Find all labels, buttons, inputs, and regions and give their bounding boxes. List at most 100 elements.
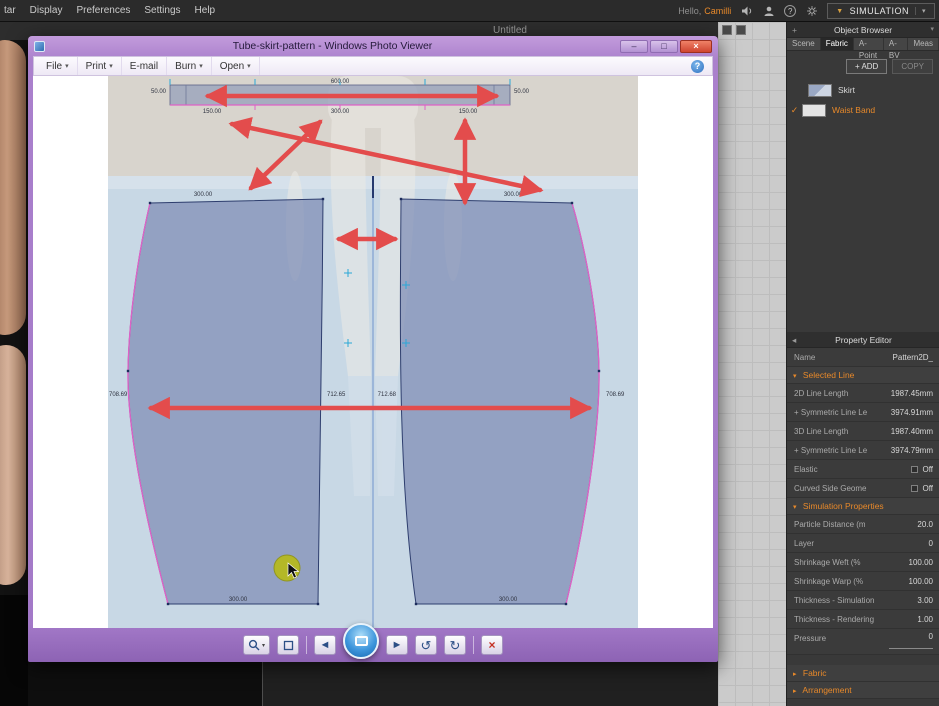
pattern-tool-icon[interactable] [736,25,746,35]
slideshow-icon [355,636,368,646]
right-panel: + Object Browser ▾ Scene Fabric A-Point … [786,22,939,706]
measurement-label: 300.00 [229,597,248,603]
measurement-label: 300.00 [499,597,518,603]
speaker-icon[interactable] [740,5,753,18]
window-titlebar[interactable]: Tube-skirt-pattern - Windows Photo Viewe… [28,36,718,56]
gear-icon[interactable] [805,5,818,18]
measurement-label: 708.69 [109,392,128,398]
list-item-skirt[interactable]: Skirt [787,80,939,100]
editable-value[interactable]: 0 [929,632,933,641]
chevron-down-icon: ▾ [65,62,69,70]
measurement-label: 150.00 [459,109,478,115]
simulation-button[interactable]: ▼ SIMULATION ▾ [827,3,935,19]
chevron-down-icon: ▾ [247,62,251,70]
name-value[interactable]: Pattern2D_ [893,353,939,362]
actual-size-button[interactable] [277,635,299,655]
simulation-dropdown-icon[interactable]: ▾ [915,7,926,15]
rotate-cw-icon: ↻ [450,639,461,652]
menu-settings[interactable]: Settings [144,5,180,16]
pane-divider[interactable] [262,662,718,706]
rotate-cw-button[interactable]: ↻ [444,635,466,655]
measurement-label: 50.00 [514,89,530,95]
app-icon [34,41,45,52]
window-controls: – □ × [620,40,712,53]
pattern-workspace-2d[interactable] [718,22,786,706]
delete-button[interactable]: × [481,635,503,655]
section-fabric[interactable]: ▸ Fabric [787,665,939,682]
section-simulation-properties[interactable]: ▾ Simulation Properties [787,498,939,515]
menu-preferences[interactable]: Preferences [76,5,130,16]
viewport-bottom [28,662,718,706]
property-row: Thickness - Simulation 3.00 [787,591,939,610]
editable-value[interactable]: 1.00 [917,615,939,624]
email-menu[interactable]: E-mail [122,57,167,75]
measurement-label: 50.00 [151,89,167,95]
plus-icon[interactable]: + [792,22,797,38]
menu-help[interactable]: Help [195,5,216,16]
user-icon[interactable] [762,5,775,18]
measurement-label: 708.69 [606,392,625,398]
copy-button[interactable]: COPY [892,59,933,74]
avatar-thumbnail [0,345,26,585]
checkbox[interactable] [911,466,918,473]
section-open-icon: ▾ [793,504,797,511]
photo-viewer-window: Tube-skirt-pattern - Windows Photo Viewe… [28,36,718,662]
list-item-waist-band[interactable]: ✓ Waist Band [787,100,939,120]
help-icon[interactable]: ? [784,5,796,17]
close-button[interactable]: × [680,40,712,53]
zoom-button[interactable]: ▾ [243,635,270,655]
toolbar-separator [306,636,307,654]
property-row: Shrinkage Weft (% 100.00 [787,553,939,572]
rotate-ccw-button[interactable]: ↺ [415,635,437,655]
property-row-elastic: Elastic Off [787,460,939,479]
viewer-canvas: 600.00 50.00 50.00 150.00 300.00 150.00 [33,76,713,628]
back-arrow-icon[interactable]: ◂ [792,332,796,348]
tab-meas[interactable]: Meas [908,38,939,50]
section-closed-icon: ▸ [793,671,797,678]
checkbox[interactable] [911,485,918,492]
tab-a-point[interactable]: A-Point [854,38,884,50]
measurement-label: 300.00 [194,192,213,198]
window-title: Tube-skirt-pattern - Windows Photo Viewe… [51,40,614,52]
property-row-curved-side: Curved Side Geome Off [787,479,939,498]
next-button[interactable]: ► [386,635,408,655]
property-row: Thickness - Rendering 1.00 [787,610,939,629]
maximize-button[interactable]: □ [650,40,678,53]
menu-display[interactable]: Display [30,5,63,16]
pattern-image: 600.00 50.00 50.00 150.00 300.00 150.00 [108,76,638,628]
rotate-ccw-icon: ↺ [421,639,432,652]
previous-button[interactable]: ◄ [314,635,336,655]
editable-value[interactable]: 100.00 [909,558,939,567]
menu-avatar[interactable]: tar [4,5,16,16]
burn-menu[interactable]: Burn▾ [167,57,212,75]
file-menu[interactable]: File▾ [38,57,78,75]
section-arrangement[interactable]: ▸ Arrangement [787,682,939,699]
print-menu[interactable]: Print▾ [78,57,122,75]
avatar-thumbnail [0,40,26,335]
pressure-input[interactable] [889,648,933,649]
viewer-help-icon[interactable]: ? [691,60,704,73]
editable-value[interactable]: 100.00 [909,577,939,586]
viewport-3d[interactable] [0,40,28,706]
topbar-right: Hello,Camilli ? ▼ SIMULATION ▾ [678,0,935,22]
minimize-button[interactable]: – [620,40,648,53]
slideshow-button[interactable] [343,623,379,659]
chevron-down-icon: ▾ [262,642,265,649]
editable-value[interactable]: 20.0 [917,520,939,529]
tab-a-bv[interactable]: A-BV [884,38,909,50]
section-open-icon: ▾ [793,373,797,380]
editable-value[interactable]: 0 [929,539,939,548]
viewer-menubar: File▾ Print▾ E-mail Burn▾ Open▾ ? [33,56,713,76]
pattern-tool-icon[interactable] [722,25,732,35]
username: Camilli [704,6,731,16]
editable-value[interactable]: 3.00 [917,596,939,605]
add-button[interactable]: + ADD [846,59,887,74]
section-selected-line[interactable]: ▾ Selected Line [787,367,939,384]
open-menu[interactable]: Open▾ [212,57,260,75]
tab-scene[interactable]: Scene [787,38,821,50]
chevron-down-icon: ▾ [109,62,113,70]
property-row-name: Name Pattern2D_ [787,348,939,367]
collapse-icon[interactable]: ▾ [930,22,934,38]
measurement-label: 712.65 [327,392,346,398]
tab-fabric[interactable]: Fabric [821,38,854,50]
